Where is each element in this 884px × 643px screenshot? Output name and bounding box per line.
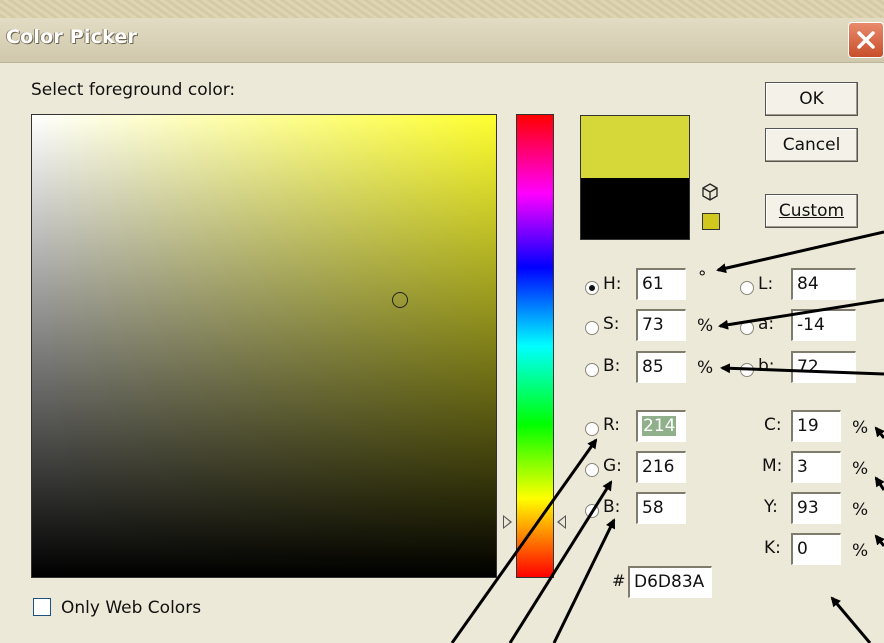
magenta-label: M: [762, 456, 783, 476]
hue-slider-right-handle[interactable] [557, 515, 566, 529]
black-unit: % [852, 541, 869, 561]
radio-brightness[interactable] [585, 363, 599, 377]
hue-slider[interactable] [516, 114, 554, 578]
saturation-label: S: [603, 314, 620, 334]
radio-hue[interactable] [585, 281, 599, 295]
red-label: R: [603, 415, 621, 435]
radio-b-channel[interactable] [740, 363, 754, 377]
lightness-field[interactable]: 84 [791, 268, 856, 300]
close-button[interactable] [848, 22, 884, 58]
brightness-label: B: [603, 356, 621, 376]
color-marker[interactable] [392, 292, 408, 308]
saturation-unit: % [697, 316, 714, 336]
prompt-label: Select foreground color: [31, 80, 236, 100]
saturation-brightness-field[interactable] [31, 114, 497, 578]
title-bar: Color Picker [0, 18, 884, 63]
b-channel-field[interactable]: 72 [791, 351, 856, 383]
hue-slider-left-handle[interactable] [503, 515, 512, 529]
radio-blue[interactable] [585, 504, 599, 518]
yellow-field[interactable]: 93 [791, 492, 841, 524]
close-icon [857, 31, 875, 49]
radio-green[interactable] [585, 463, 599, 477]
brightness-unit: % [697, 358, 714, 378]
only-web-colors-label: Only Web Colors [61, 598, 202, 618]
ok-button[interactable]: OK [765, 82, 858, 116]
magenta-field[interactable]: 3 [791, 451, 841, 483]
out-of-gamut-cube-icon[interactable] [700, 182, 720, 202]
green-field[interactable]: 216 [636, 451, 686, 483]
magenta-unit: % [852, 459, 869, 479]
cyan-unit: % [852, 418, 869, 438]
cyan-label: C: [764, 415, 782, 435]
red-field[interactable]: 214 [636, 410, 686, 442]
custom-button-label: Custom [778, 201, 845, 221]
cancel-button[interactable]: Cancel [765, 128, 858, 162]
hue-unit: ° [698, 268, 707, 288]
current-color-swatch [580, 178, 690, 240]
a-channel-field[interactable]: -14 [791, 309, 856, 341]
green-label: G: [603, 456, 622, 476]
blue-field[interactable]: 58 [636, 492, 686, 524]
brightness-field[interactable]: 85 [636, 351, 686, 383]
only-web-colors-checkbox[interactable] [33, 598, 51, 616]
hex-field[interactable]: D6D83A [628, 566, 712, 598]
hex-label: # [612, 571, 626, 590]
blue-label: B: [603, 497, 621, 517]
b-channel-label: b: [758, 356, 775, 376]
cyan-field[interactable]: 19 [791, 410, 841, 442]
gamut-warning-swatch[interactable] [702, 213, 720, 230]
red-value: 214 [642, 416, 677, 436]
radio-a-channel[interactable] [740, 321, 754, 335]
custom-button[interactable]: Custom [765, 194, 858, 228]
saturation-field[interactable]: 73 [636, 309, 686, 341]
a-channel-label: a: [758, 314, 775, 334]
radio-saturation[interactable] [585, 321, 599, 335]
black-label: K: [764, 538, 781, 558]
new-color-swatch [580, 115, 690, 178]
yellow-label: Y: [764, 497, 778, 517]
hue-field[interactable]: 61 [636, 268, 686, 300]
radio-red[interactable] [585, 422, 599, 436]
black-field[interactable]: 0 [791, 533, 841, 565]
radio-lightness[interactable] [740, 281, 754, 295]
window-title: Color Picker [6, 26, 138, 48]
yellow-unit: % [852, 500, 869, 520]
hue-label: H: [603, 274, 622, 294]
lightness-label: L: [758, 274, 774, 294]
